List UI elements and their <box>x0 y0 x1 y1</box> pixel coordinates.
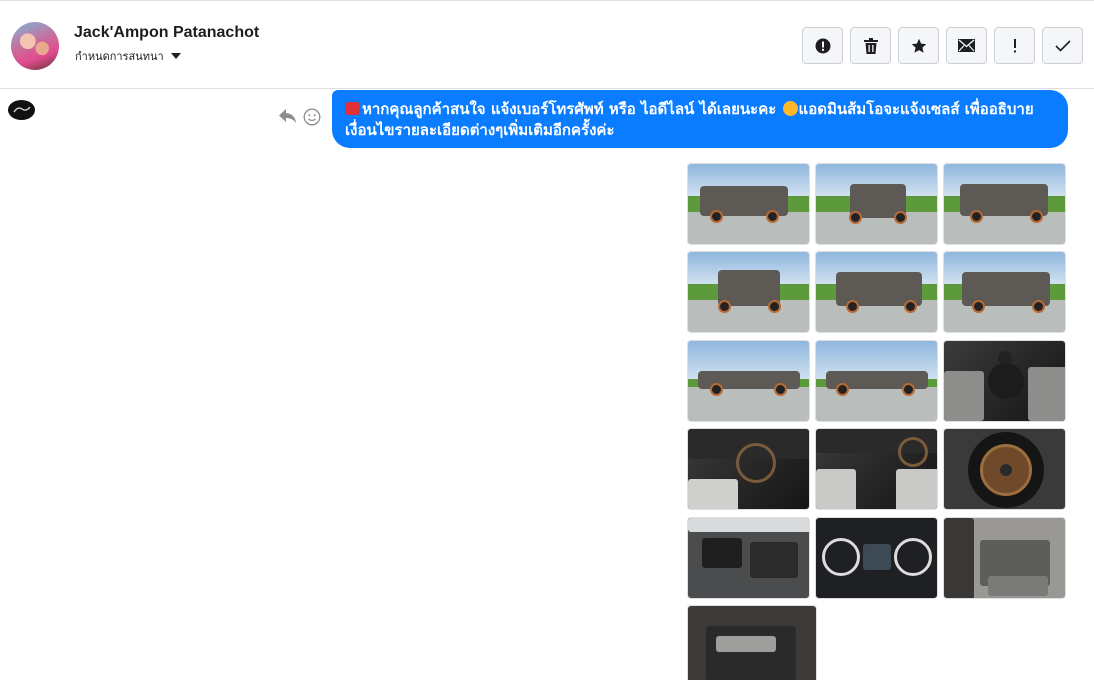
truck-side-photo[interactable] <box>687 340 810 422</box>
message-text-line1: หากคุณลูกค้าสนใจ แจ้งเบอร์โทรศัพท์ หรือ … <box>362 100 777 118</box>
contact-name[interactable]: Jack'Ampon Patanachot <box>74 24 259 42</box>
exclamation-icon <box>1013 38 1016 52</box>
emoji-reaction-icon[interactable] <box>303 108 321 126</box>
door-panel-photo[interactable] <box>687 605 817 680</box>
star-icon <box>911 38 926 53</box>
gear-shifter-photo[interactable] <box>943 340 1066 422</box>
message-bubble[interactable]: หากคุณลูกค้าสนใจ แจ้งเบอร์โทรศัพท์ หรือ … <box>332 90 1068 148</box>
truck-rear-left-2-photo[interactable] <box>943 251 1066 333</box>
report-button[interactable] <box>802 27 843 64</box>
mark-unread-button[interactable] <box>946 27 987 64</box>
trash-icon <box>863 37 878 54</box>
alert-circle-icon <box>815 38 830 53</box>
truck-front-left-photo[interactable] <box>687 163 810 245</box>
conversation-header: Jack'Ampon Patanachot กำหนดการสนทนา <box>0 0 1094 89</box>
smiling-hearts-emoji-icon <box>782 101 798 116</box>
truck-side-2-photo[interactable] <box>815 340 938 422</box>
dashboard-center-photo[interactable] <box>815 428 938 510</box>
delete-button[interactable] <box>850 27 891 64</box>
important-button[interactable] <box>994 27 1035 64</box>
contact-avatar[interactable] <box>11 22 59 70</box>
truck-rear-right-photo[interactable] <box>943 163 1066 245</box>
star-button[interactable] <box>898 27 939 64</box>
bronze-wheel-photo[interactable] <box>943 428 1066 510</box>
message-text-line1-continued: แอดมินส้มโอจะแจ้งเซลส์ เพื่ออธิบาย <box>798 100 1034 118</box>
envelope-icon <box>958 39 975 52</box>
dashboard-left-photo[interactable] <box>687 428 810 510</box>
truck-rear-photo[interactable] <box>687 251 810 333</box>
engine-bay-photo[interactable] <box>687 517 810 599</box>
rear-seat-photo[interactable] <box>943 517 1066 599</box>
check-icon <box>1054 39 1071 52</box>
telephone-emoji-icon <box>345 102 360 115</box>
truck-front-photo[interactable] <box>815 163 938 245</box>
assign-conversation-label: กำหนดการสนทนา <box>75 51 164 63</box>
reply-icon[interactable] <box>278 108 297 124</box>
assign-conversation-dropdown[interactable]: กำหนดการสนทนา <box>75 47 181 65</box>
instrument-cluster-photo[interactable] <box>815 517 938 599</box>
done-button[interactable] <box>1042 27 1083 64</box>
message-text-line2: เงื่อนไขรายละเอียดต่างๆเพิ่มเติมอีกครั้ง… <box>345 121 615 139</box>
truck-rear-left-photo[interactable] <box>815 251 938 333</box>
page-logo <box>8 100 35 120</box>
caret-down-icon <box>170 53 181 59</box>
